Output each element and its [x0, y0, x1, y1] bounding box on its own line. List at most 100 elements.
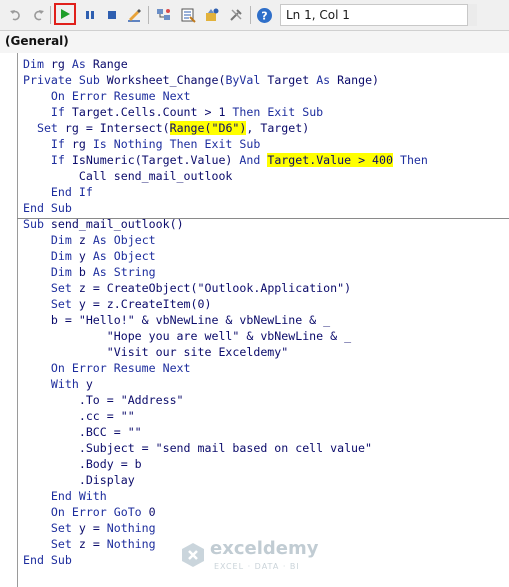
code-line[interactable]: Dim rg As Range [23, 56, 428, 72]
code-line[interactable]: With y [23, 376, 428, 392]
object-browser-icon [206, 8, 219, 21]
toolbar-separator [148, 6, 149, 24]
run-button[interactable] [54, 3, 76, 25]
code-line[interactable]: .Subject = "send mail based on cell valu… [23, 440, 428, 456]
reset-button[interactable] [102, 5, 122, 25]
code-line[interactable]: "Hope you are well" & vbNewLine & _ [23, 328, 428, 344]
code-line[interactable]: b = "Hello!" & vbNewLine & vbNewLine & _ [23, 312, 428, 328]
pause-icon [86, 11, 94, 19]
code-line[interactable]: .To = "Address" [23, 392, 428, 408]
code-line[interactable]: On Error Resume Next [23, 360, 428, 376]
code-keyword: If [50, 153, 65, 167]
code-line[interactable]: On Error GoTo 0 [23, 504, 428, 520]
code-text: rg = Intersect( [57, 121, 170, 135]
project-explorer-button[interactable] [154, 5, 174, 25]
code-text: y = z.CreateItem(0) [71, 297, 212, 311]
undo-button[interactable] [6, 5, 26, 25]
code-line[interactable]: Dim y As Object [23, 248, 428, 264]
code-line[interactable]: .cc = "" [23, 408, 428, 424]
code-keyword: Set [50, 537, 72, 551]
cursor-position-label: Ln 1, Col 1 [286, 8, 350, 22]
code-text: IsNumeric(Target.Value) [64, 153, 240, 167]
editor-margin[interactable] [0, 53, 18, 587]
code-line[interactable]: Set rg = Intersect(Range("D6"), Target) [23, 120, 428, 136]
code-keyword: As String [92, 265, 156, 279]
code-editor[interactable]: Dim rg As Range Private Sub Worksheet_Cha… [0, 53, 509, 587]
watermark-name: exceldemy [210, 538, 319, 559]
code-text: b [71, 265, 93, 279]
code-area[interactable]: Dim rg As Range Private Sub Worksheet_Cha… [23, 56, 428, 568]
properties-button[interactable] [178, 5, 198, 25]
object-dropdown[interactable]: (General) [0, 31, 509, 54]
code-line[interactable]: Dim b As String [23, 264, 428, 280]
code-keyword: Then Exit Sub [232, 105, 324, 119]
code-keyword: As Object [92, 249, 156, 263]
code-line[interactable]: .BCC = "" [23, 424, 428, 440]
code-line[interactable]: Dim z As Object [23, 232, 428, 248]
code-line[interactable]: Set z = CreateObject("Outlook.Applicatio… [23, 280, 428, 296]
object-browser-button[interactable] [202, 5, 222, 25]
cursor-position-box: Ln 1, Col 1 [280, 4, 476, 26]
code-keyword: End Sub [23, 201, 72, 215]
code-line[interactable]: Set y = Nothing [23, 520, 428, 536]
code-keyword: Set [50, 297, 72, 311]
code-text: y [71, 249, 93, 263]
code-text: rg [64, 137, 93, 151]
code-line[interactable]: "Visit our site Exceldemy" [23, 344, 428, 360]
exceldemy-watermark: exceldemy EXCEL · DATA · BI [180, 538, 340, 578]
code-keyword: As Object [92, 233, 156, 247]
code-keyword: As [71, 57, 86, 71]
properties-icon [181, 8, 196, 23]
code-line[interactable]: Private Sub Worksheet_Change(ByVal Targe… [23, 72, 428, 88]
code-line[interactable]: End Sub [23, 200, 428, 216]
code-line[interactable]: End With [23, 488, 428, 504]
help-button[interactable]: ? [254, 5, 274, 25]
redo-button[interactable] [28, 5, 48, 25]
code-line[interactable]: On Error Resume Next [23, 88, 428, 104]
code-line[interactable]: Set y = z.CreateItem(0) [23, 296, 428, 312]
break-button[interactable] [80, 5, 100, 25]
code-line[interactable]: Call send_mail_outlook [23, 168, 428, 184]
toolbar-scrollbar[interactable] [467, 4, 477, 26]
code-highlight: Target.Value > 400 [267, 153, 393, 167]
code-line[interactable]: End If [23, 184, 428, 200]
code-text: send_mail_outlook() [43, 217, 184, 231]
code-text: y [78, 377, 93, 391]
code-keyword: Dim [50, 233, 72, 247]
toolbox-icon [230, 9, 242, 21]
code-keyword: As [316, 73, 331, 87]
help-icon: ? [256, 7, 272, 23]
code-text: 0 [141, 505, 156, 519]
undo-icon [10, 10, 20, 21]
code-keyword: Nothing [106, 521, 156, 535]
toolbar-separator [250, 6, 251, 24]
project-icon [157, 9, 170, 20]
code-keyword: End If [50, 185, 93, 199]
code-keyword: Nothing [106, 537, 156, 551]
toolbox-button[interactable] [226, 5, 246, 25]
code-text: z = CreateObject("Outlook.Application") [71, 281, 352, 295]
code-keyword: Dim [50, 249, 72, 263]
standard-toolbar: ? Ln 1, Col 1 [0, 0, 509, 31]
code-text: Range) [330, 73, 380, 87]
code-highlight: Range("D6") [169, 121, 247, 135]
code-line[interactable]: If rg Is Nothing Then Exit Sub [23, 136, 428, 152]
design-mode-button[interactable] [124, 5, 144, 25]
code-line[interactable]: If IsNumeric(Target.Value) And Target.Va… [23, 152, 428, 168]
code-keyword: Dim [50, 265, 72, 279]
code-text: Target [260, 73, 317, 87]
procedure-separator [17, 218, 509, 219]
code-line[interactable]: .Body = b [23, 456, 428, 472]
code-line[interactable]: .Display [23, 472, 428, 488]
code-line[interactable]: If Target.Cells.Count > 1 Then Exit Sub [23, 104, 428, 120]
code-text: y = [71, 521, 107, 535]
code-text: "Visit our site Exceldemy" [23, 345, 289, 359]
